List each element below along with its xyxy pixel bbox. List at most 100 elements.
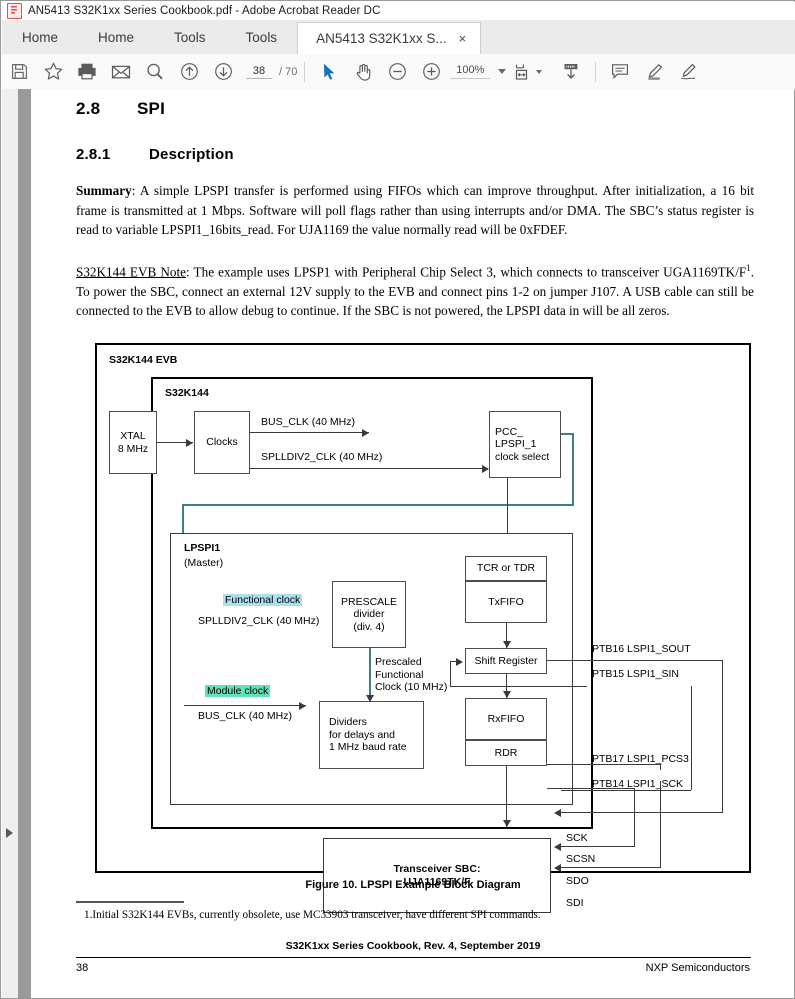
fit-page-icon[interactable] — [506, 55, 540, 89]
previous-page-icon[interactable] — [172, 55, 206, 89]
wire-shift-feedback-horizontal — [450, 686, 587, 687]
functional-clock-text: Functional clock — [223, 594, 303, 606]
mcu-label: S32K144 — [165, 387, 209, 399]
prescaled-line-3: Clock (10 MHz) — [375, 681, 448, 693]
fill-and-sign-icon[interactable] — [671, 55, 705, 89]
scroll-mode-icon[interactable] — [554, 55, 588, 89]
subsection-title: Description — [149, 146, 234, 163]
prescaled-line-1: Prescaled — [375, 656, 422, 668]
summary-paragraph: Summary: A simple LPSPI transfer is perf… — [76, 181, 754, 240]
close-icon[interactable]: × — [459, 32, 467, 45]
zoom-level[interactable]: 100% — [450, 64, 491, 79]
arrowhead-rdr-down — [502, 820, 511, 827]
tab-home-2[interactable]: Home — [78, 21, 155, 54]
print-icon[interactable] — [70, 55, 104, 89]
scsn-label: SCSN — [566, 853, 596, 865]
ptb15-label: PTB15 LSPI1_SIN — [592, 668, 679, 680]
nav-pane-strip[interactable] — [2, 89, 18, 998]
footnote-rule — [76, 901, 184, 903]
rxfifo-label: RxFIFO — [487, 712, 525, 725]
prescale-line-1: PRESCALE — [340, 595, 398, 608]
rdr-block: RDR — [465, 740, 547, 766]
summary-label: Summary — [76, 183, 132, 198]
functional-clock-label: Functional clock — [223, 594, 303, 607]
pcc-line-2: LPSPI_1 — [495, 438, 537, 451]
wire-pcs3-vertical-a — [660, 764, 661, 770]
txfifo-block: TxFIFO — [465, 581, 547, 623]
wire-prescaled-clock — [369, 648, 371, 701]
chevron-down-icon[interactable] — [498, 69, 507, 74]
dividers-line-3: 1 MHz baud rate — [329, 741, 407, 754]
shift-register-block: Shift Register — [465, 648, 547, 674]
tab-strip: Home Home Tools Tools AN5413 S32K1xx S..… — [2, 20, 795, 55]
bookmark-icon[interactable] — [36, 55, 70, 89]
window-title: AN5413 S32K1xx Series Cookbook.pdf - Ado… — [28, 5, 381, 17]
evb-note-paragraph: S32K144 EVB Note: The example uses LPSP1… — [76, 259, 754, 321]
wire-sck-vertical — [634, 788, 635, 847]
xtal-line-2: 8 MHz — [117, 442, 149, 455]
tcr-tdr-label: TCR or TDR — [476, 562, 536, 575]
tab-home-1[interactable]: Home — [2, 21, 79, 54]
wire-splldiv2-to-pcc — [250, 468, 488, 469]
wire-sout-horizontal — [547, 660, 723, 661]
tab-document[interactable]: AN5413 S32K1xx S... × — [297, 22, 482, 55]
tab-tools-1[interactable]: Tools — [154, 21, 226, 54]
wire-rdr-down — [506, 766, 507, 828]
page-total-value: 70 — [285, 65, 298, 78]
expand-panel-icon[interactable] — [6, 828, 13, 838]
rxfifo-block: RxFIFO — [465, 698, 547, 740]
footnote-text: 1.Initial S32K144 EVBs, currently obsole… — [84, 909, 541, 921]
select-tool-icon[interactable] — [312, 55, 346, 89]
bus-clk-40-label: BUS_CLK (40 MHz) — [261, 416, 355, 428]
wire-scsn-into-sbc — [561, 867, 661, 868]
pdf-page: 2.8 SPI 2.8.1 Description Summary: A sim… — [32, 89, 794, 998]
summary-body: : A simple LPSPI transfer is performed u… — [76, 183, 754, 237]
title-bar: AN5413 S32K1xx Series Cookbook.pdf - Ado… — [2, 2, 795, 20]
section-number: 2.8 — [76, 99, 101, 118]
sck-label: SCK — [566, 832, 588, 844]
wire-pcs3-horizontal — [547, 764, 661, 765]
wire-sdi-into-sbc — [561, 812, 723, 813]
comment-icon[interactable] — [603, 55, 637, 89]
footer-page-number: 38 — [76, 962, 89, 974]
transceiver-sbc-block: Transceiver SBC: UJA1169TK/F — [323, 838, 551, 913]
sdi-label: SDI — [566, 897, 584, 909]
page-number-input[interactable]: 38 — [246, 65, 272, 79]
tab-tools-2[interactable]: Tools — [225, 21, 298, 54]
pcc-line-1: PCC_ — [495, 425, 524, 438]
wire-bus-clk — [250, 432, 369, 433]
page-total: / 70 — [279, 66, 297, 78]
zoom-out-icon[interactable] — [380, 55, 414, 89]
highlight-icon[interactable] — [637, 55, 671, 89]
evb-note-body-a: : The example uses LPSP1 with Peripheral… — [186, 264, 747, 280]
save-button[interactable] — [2, 55, 36, 89]
email-icon[interactable] — [104, 55, 138, 89]
toolbar-divider-2 — [595, 61, 597, 82]
zoom-in-icon[interactable] — [414, 55, 448, 89]
xtal-line-1: XTAL — [120, 430, 146, 442]
wire-teal-horizontal — [182, 504, 573, 506]
wire-pcs3-vertical — [660, 781, 661, 867]
wire-sdo-horizontal — [561, 790, 691, 791]
hand-tool-icon[interactable] — [346, 55, 380, 89]
arrowhead-txfifo-to-shift — [502, 641, 511, 648]
scroll-shadow-bar — [18, 89, 31, 998]
module-clock-text: Module clock — [205, 685, 271, 697]
arrowhead-module-clock — [299, 701, 306, 710]
wire-sck-into-sbc — [561, 846, 635, 847]
arrowhead-bus-clk — [362, 428, 369, 437]
page-separator: / — [279, 65, 283, 78]
pdf-page-content: 2.8 SPI 2.8.1 Description Summary: A sim… — [32, 89, 794, 998]
search-icon[interactable] — [138, 55, 172, 89]
clocks-label: Clocks — [206, 436, 238, 449]
functional-clock-source-label: SPLLDIV2_CLK (40 MHz) — [198, 615, 320, 627]
section-title: SPI — [137, 99, 166, 118]
lpspi1-role-label: (Master) — [184, 557, 224, 569]
arrowhead-scsn — [554, 863, 561, 872]
arrowhead-shift-to-rxfifo — [502, 691, 511, 698]
zoom-control[interactable]: 100% — [450, 64, 507, 79]
next-page-icon[interactable] — [206, 55, 240, 89]
fit-page-chevron-icon[interactable] — [536, 69, 543, 74]
prescale-divider-block: PRESCALE divider (div. 4) — [332, 581, 406, 648]
ptb16-label: PTB16 LSPI1_SOUT — [592, 643, 691, 655]
